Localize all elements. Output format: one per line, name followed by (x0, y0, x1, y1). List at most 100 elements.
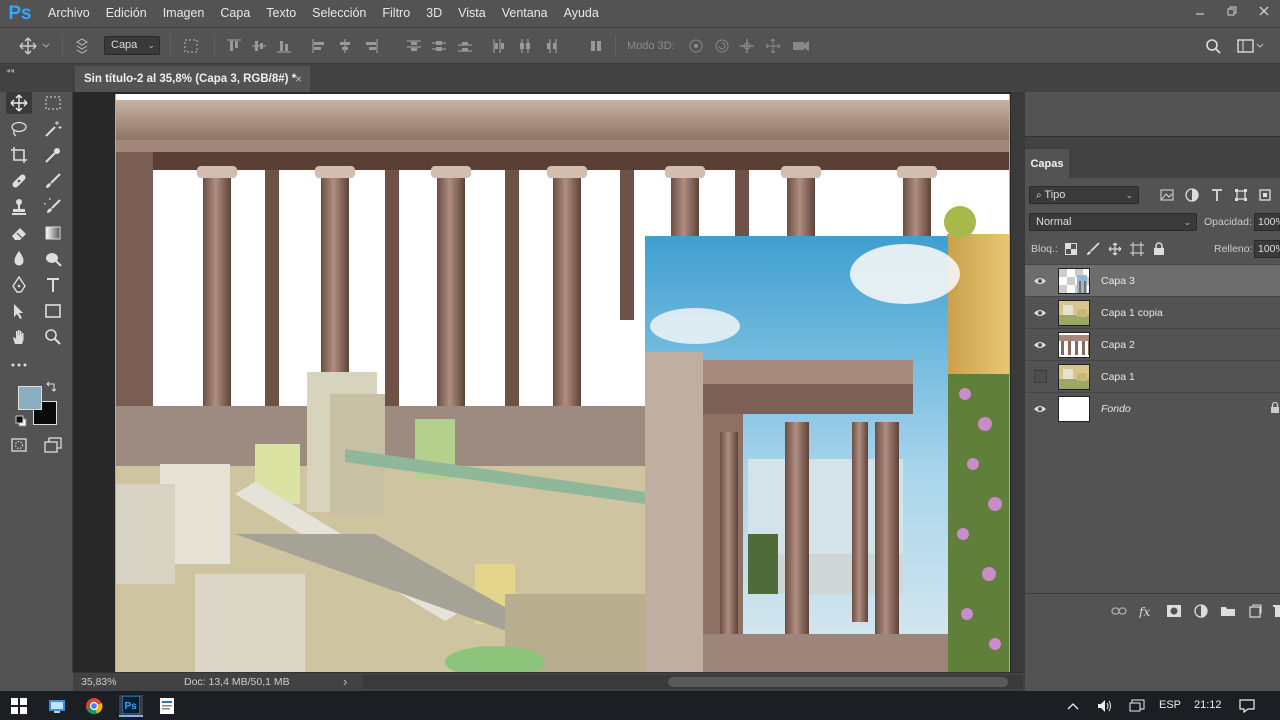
align-right-edges-icon[interactable] (362, 36, 380, 56)
type-tool[interactable] (40, 274, 66, 296)
add-layer-style-icon[interactable]: fx (1139, 603, 1155, 619)
new-group-icon[interactable] (1220, 603, 1236, 619)
crop-tool[interactable] (6, 144, 32, 166)
clock[interactable]: 21:12 (1194, 699, 1222, 711)
search-icon[interactable] (1202, 36, 1224, 56)
minimize-button[interactable] (1184, 0, 1216, 22)
auto-select-icon[interactable] (72, 36, 92, 56)
move-tool-preset-button[interactable] (18, 36, 52, 56)
edit-toolbar-button[interactable] (6, 354, 32, 376)
auto-select-target-dropdown[interactable]: Capa ⌄ (104, 36, 160, 55)
lock-transparent-pixels-icon[interactable] (1063, 241, 1079, 257)
visibility-toggle[interactable] (1034, 370, 1047, 383)
distribute-right-edges-icon[interactable] (542, 36, 560, 56)
path-selection-tool[interactable] (6, 300, 32, 322)
gradient-tool[interactable] (40, 222, 66, 244)
lock-artboard-icon[interactable] (1129, 241, 1145, 257)
show-transform-controls-icon[interactable] (180, 36, 202, 56)
lock-position-icon[interactable] (1107, 241, 1123, 257)
restore-button[interactable] (1216, 0, 1248, 22)
file-explorer-icon[interactable] (46, 695, 68, 717)
blur-tool[interactable] (6, 248, 32, 270)
tab-capas[interactable]: Capas (1025, 149, 1069, 178)
horizontal-scrollbar[interactable] (363, 675, 1023, 689)
menu-texto[interactable]: Texto (258, 0, 304, 27)
menu-filtro[interactable]: Filtro (374, 0, 418, 27)
horizontal-scroll-thumb[interactable] (668, 677, 1008, 687)
vertical-scrollbar[interactable] (1011, 92, 1025, 672)
auto-align-layers-icon[interactable] (587, 36, 605, 56)
roll-3d-icon[interactable] (712, 36, 732, 56)
move-tool[interactable] (6, 92, 32, 114)
default-colors-button[interactable] (14, 414, 28, 428)
dodge-tool[interactable] (40, 248, 66, 270)
lock-all-icon[interactable] (1151, 241, 1167, 257)
filter-smart-object-icon[interactable] (1257, 187, 1273, 203)
align-left-edges-icon[interactable] (310, 36, 328, 56)
distribute-horizontal-centers-icon[interactable] (516, 36, 534, 56)
history-brush-tool[interactable] (40, 196, 66, 218)
filter-shape-icon[interactable] (1233, 187, 1249, 203)
chrome-icon[interactable] (83, 695, 105, 717)
menu-ventana[interactable]: Ventana (494, 0, 556, 27)
pen-tool[interactable] (6, 274, 32, 296)
close-window-button[interactable] (1248, 0, 1280, 22)
align-bottom-edges-icon[interactable] (275, 36, 293, 56)
layer-filter-dropdown[interactable]: ⌕ Tipo ⌄ (1029, 186, 1139, 204)
menu-seleccion[interactable]: Selección (304, 0, 374, 27)
menu-imagen[interactable]: Imagen (155, 0, 213, 27)
menu-ayuda[interactable]: Ayuda (556, 0, 607, 27)
lasso-tool[interactable] (6, 118, 32, 140)
menu-archivo[interactable]: Archivo (40, 0, 98, 27)
pan-3d-icon[interactable] (737, 36, 757, 56)
document-tab[interactable]: Sin título-2 al 35,8% (Capa 3, RGB/8#) *… (75, 66, 310, 92)
workspace-switcher-button[interactable] (1236, 36, 1266, 56)
photoshop-icon[interactable]: Ps (119, 695, 143, 717)
quick-mask-button[interactable] (6, 434, 32, 456)
filter-type-icon[interactable] (1209, 187, 1225, 203)
start-button[interactable] (8, 695, 30, 717)
eyedropper-tool[interactable] (40, 144, 66, 166)
notifications-icon[interactable] (1236, 695, 1258, 717)
layer-row[interactable]: Capa 3 (1025, 264, 1280, 296)
menu-vista[interactable]: Vista (450, 0, 494, 27)
filter-pixel-icon[interactable] (1159, 187, 1175, 203)
filter-adjustment-icon[interactable] (1184, 187, 1200, 203)
menu-capa[interactable]: Capa (212, 0, 258, 27)
align-vertical-centers-icon[interactable] (250, 36, 268, 56)
layer-row[interactable]: Capa 1 (1025, 360, 1280, 392)
add-layer-mask-icon[interactable] (1166, 603, 1182, 619)
foreground-color-swatch[interactable] (18, 386, 42, 410)
show-hidden-icons-button[interactable] (1062, 695, 1084, 717)
menu-edicion[interactable]: Edición (98, 0, 155, 27)
notes-icon[interactable] (156, 695, 178, 717)
healing-brush-tool[interactable] (6, 170, 32, 192)
layer-row[interactable]: Capa 2 (1025, 328, 1280, 360)
canvas-area[interactable] (73, 92, 1025, 672)
link-layers-icon[interactable] (1111, 603, 1127, 619)
marquee-tool[interactable] (40, 92, 66, 114)
distribute-top-edges-icon[interactable] (405, 36, 423, 56)
distribute-bottom-edges-icon[interactable] (456, 36, 474, 56)
collapse-toolbar-icon[interactable]: ◂◂ (6, 66, 14, 75)
input-language[interactable]: ESP (1159, 699, 1181, 711)
volume-icon[interactable] (1094, 695, 1116, 717)
clone-stamp-tool[interactable] (6, 196, 32, 218)
align-top-edges-icon[interactable] (225, 36, 243, 56)
brush-tool[interactable] (40, 170, 66, 192)
layer-row[interactable]: Fondo (1025, 392, 1280, 424)
close-tab-button[interactable]: × (295, 72, 302, 86)
lock-image-pixels-icon[interactable] (1085, 241, 1101, 257)
swap-colors-button[interactable] (44, 380, 58, 394)
orbit-3d-icon[interactable] (686, 36, 706, 56)
layer-row[interactable]: Capa 1 copia (1025, 296, 1280, 328)
fill-input[interactable]: 100% (1254, 240, 1280, 258)
scale-3d-icon[interactable] (790, 36, 812, 56)
visibility-toggle[interactable] (1031, 305, 1049, 321)
new-layer-icon[interactable] (1247, 603, 1263, 619)
blend-mode-dropdown[interactable]: Normal ⌄ (1029, 213, 1197, 231)
opacity-input[interactable]: 100% (1254, 213, 1280, 231)
visibility-toggle[interactable] (1031, 273, 1049, 289)
menu-3d[interactable]: 3D (418, 0, 450, 27)
network-icon[interactable] (1126, 695, 1148, 717)
